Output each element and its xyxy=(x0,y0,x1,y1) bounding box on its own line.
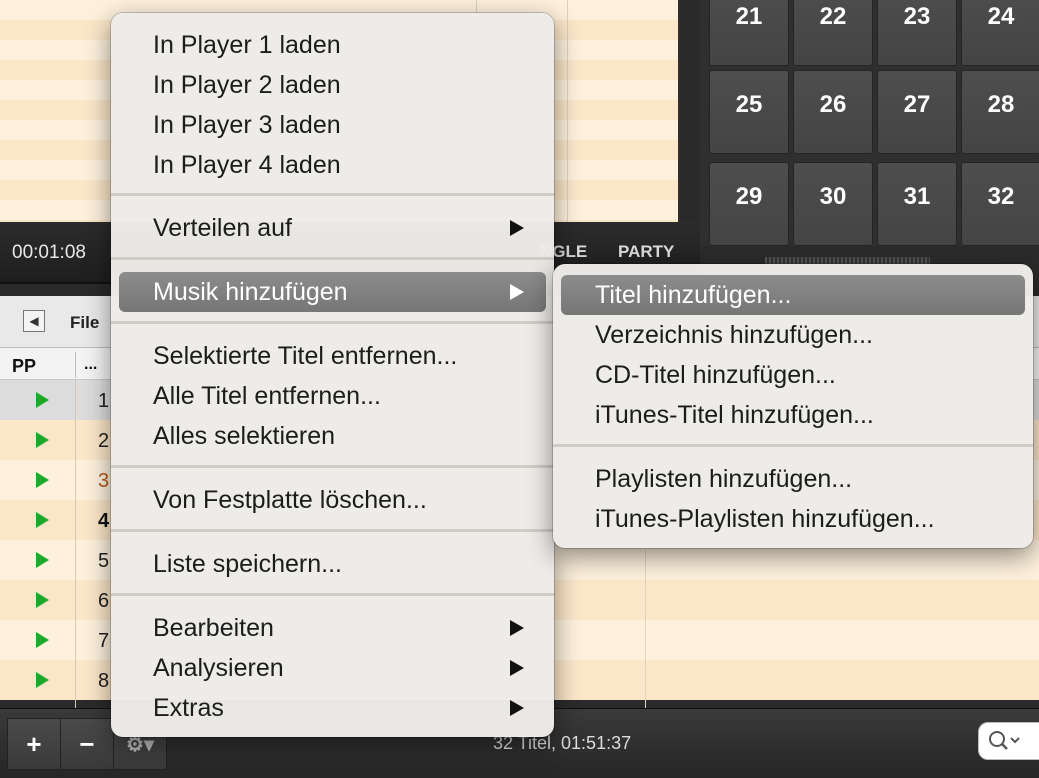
menu-item-load-player-1[interactable]: In Player 1 laden xyxy=(119,25,546,65)
pad-22[interactable]: 22 xyxy=(793,0,873,66)
play-icon xyxy=(36,392,49,408)
menu-item-extras[interactable]: Extras xyxy=(119,688,546,728)
submenu-arrow-icon xyxy=(510,700,524,716)
menu-item-delete-from-disk[interactable]: Von Festplatte löschen... xyxy=(119,480,546,520)
menu-separator xyxy=(111,529,554,532)
menu-item-label: Musik hinzufügen xyxy=(153,278,348,306)
menu-item-label: Bearbeiten xyxy=(153,614,274,642)
column-divider xyxy=(645,550,646,708)
menu-item-label: Titel hinzufügen... xyxy=(595,281,792,309)
remove-button[interactable]: − xyxy=(60,718,114,770)
menu-item-label: Selektierte Titel entfernen... xyxy=(153,342,458,370)
menu-separator xyxy=(111,257,554,260)
play-icon xyxy=(36,632,49,648)
menu-item-edit[interactable]: Bearbeiten xyxy=(119,608,546,648)
menu-item-label: In Player 1 laden xyxy=(153,31,341,59)
menu-separator xyxy=(553,444,1033,447)
search-icon[interactable] xyxy=(988,729,1028,753)
add-button[interactable]: + xyxy=(7,718,61,770)
menu-item-label: Von Festplatte löschen... xyxy=(153,486,427,514)
menu-item-analyze[interactable]: Analysieren xyxy=(119,648,546,688)
menu-item-label: In Player 4 laden xyxy=(153,151,341,179)
menu-item-label: Alles selektieren xyxy=(153,422,336,450)
menu-item-remove-selected[interactable]: Selektierte Titel entfernen... xyxy=(119,336,546,376)
row-number: 5 xyxy=(98,550,110,572)
play-icon xyxy=(36,512,49,528)
menu-item-label: Verteilen auf xyxy=(153,214,292,242)
pad-28[interactable]: 28 xyxy=(961,70,1039,154)
row-number: 7 xyxy=(98,630,110,652)
submenu-arrow-icon xyxy=(510,220,524,236)
menu-item-add-music[interactable]: Musik hinzufügen xyxy=(119,272,546,312)
menu-item-load-player-4[interactable]: In Player 4 laden xyxy=(119,145,546,185)
column-header-number[interactable]: ... xyxy=(84,356,97,374)
menu-item-distribute[interactable]: Verteilen auf xyxy=(119,208,546,248)
list-title: File xyxy=(70,313,100,332)
row-number: 8 xyxy=(98,670,110,692)
pad-21[interactable]: 21 xyxy=(709,0,789,66)
pad-30[interactable]: 30 xyxy=(793,162,873,246)
row-number: 1 xyxy=(98,390,110,412)
submenu-item-add-playlists[interactable]: Playlisten hinzufügen... xyxy=(561,459,1025,499)
menu-item-label: Playlisten hinzufügen... xyxy=(595,465,853,493)
menu-separator xyxy=(111,193,554,196)
row-number: 6 xyxy=(98,590,110,612)
pad-26[interactable]: 26 xyxy=(793,70,873,154)
submenu-item-add-itunes[interactable]: iTunes-Titel hinzufügen... xyxy=(561,395,1025,435)
menu-separator xyxy=(111,593,554,596)
row-number: 3 xyxy=(98,470,110,492)
column-divider xyxy=(75,380,76,708)
submenu-item-add-itunes-playlists[interactable]: iTunes-Playlisten hinzufügen... xyxy=(561,499,1025,539)
submenu-arrow-icon xyxy=(510,620,524,636)
play-icon xyxy=(36,472,49,488)
menu-item-remove-all[interactable]: Alle Titel entfernen... xyxy=(119,376,546,416)
menu-item-label: In Player 3 laden xyxy=(153,111,341,139)
pad-32[interactable]: 32 xyxy=(961,162,1039,246)
menu-item-load-player-2[interactable]: In Player 2 laden xyxy=(119,65,546,105)
pad-24[interactable]: 24 xyxy=(961,0,1039,66)
add-music-submenu: Titel hinzufügen... Verzeichnis hinzufüg… xyxy=(553,264,1033,548)
row-number: 4 xyxy=(98,510,110,532)
play-icon xyxy=(36,552,49,568)
submenu-item-add-folder[interactable]: Verzeichnis hinzufügen... xyxy=(561,315,1025,355)
menu-item-label: Verzeichnis hinzufügen... xyxy=(595,321,873,349)
submenu-arrow-icon xyxy=(510,660,524,676)
pad-29[interactable]: 29 xyxy=(709,162,789,246)
menu-item-label: iTunes-Playlisten hinzufügen... xyxy=(595,505,935,533)
row-number: 2 xyxy=(98,430,110,452)
menu-separator xyxy=(111,321,554,324)
menu-item-label: Analysieren xyxy=(153,654,284,682)
pad-27[interactable]: 27 xyxy=(877,70,957,154)
menu-item-save-list[interactable]: Liste speichern... xyxy=(119,544,546,584)
pad-25[interactable]: 25 xyxy=(709,70,789,154)
menu-item-select-all[interactable]: Alles selektieren xyxy=(119,416,546,456)
submenu-arrow-icon xyxy=(510,284,524,300)
menu-item-label: Alle Titel entfernen... xyxy=(153,382,381,410)
menu-item-label: Liste speichern... xyxy=(153,550,342,578)
column-separator xyxy=(75,352,76,378)
play-icon xyxy=(36,432,49,448)
menu-item-label: iTunes-Titel hinzufügen... xyxy=(595,401,874,429)
play-icon xyxy=(36,672,49,688)
play-icon xyxy=(36,592,49,608)
menu-item-label: CD-Titel hinzufügen... xyxy=(595,361,836,389)
pad-31[interactable]: 31 xyxy=(877,162,957,246)
menu-item-label: In Player 2 laden xyxy=(153,71,341,99)
column-divider xyxy=(567,0,568,222)
context-menu: In Player 1 laden In Player 2 laden In P… xyxy=(111,13,554,737)
submenu-item-add-titles[interactable]: Titel hinzufügen... xyxy=(561,275,1025,315)
pad-23[interactable]: 23 xyxy=(877,0,957,66)
menu-separator xyxy=(111,465,554,468)
party-mode-button[interactable]: PARTY xyxy=(618,242,674,262)
menu-item-label: Extras xyxy=(153,694,224,722)
collapse-left-icon[interactable]: ◀ xyxy=(23,310,45,332)
submenu-item-add-cd[interactable]: CD-Titel hinzufügen... xyxy=(561,355,1025,395)
time-display: 00:01:08 xyxy=(12,242,86,263)
column-header-pp[interactable]: PP xyxy=(12,356,36,377)
menu-item-load-player-3[interactable]: In Player 3 laden xyxy=(119,105,546,145)
